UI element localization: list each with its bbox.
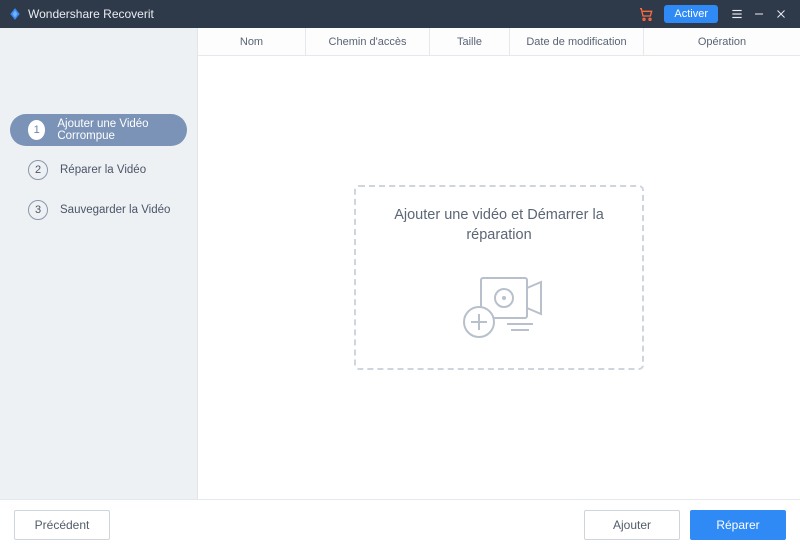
column-path[interactable]: Chemin d'accès: [306, 28, 430, 55]
add-button[interactable]: Ajouter: [584, 510, 680, 540]
step-label: Ajouter une Vidéo Corrompue: [57, 118, 187, 142]
step-number: 1: [28, 120, 45, 140]
title-bar: Wondershare Recoverit Activer: [0, 0, 800, 28]
app-logo-icon: [8, 7, 22, 21]
column-name[interactable]: Nom: [198, 28, 306, 55]
table-header: Nom Chemin d'accès Taille Date de modifi…: [198, 28, 800, 56]
cart-icon[interactable]: [638, 6, 654, 22]
column-date[interactable]: Date de modification: [510, 28, 644, 55]
close-icon[interactable]: [770, 3, 792, 25]
previous-button[interactable]: Précédent: [14, 510, 110, 540]
content-area: 1 Ajouter une Vidéo Corrompue 2 Réparer …: [0, 28, 800, 499]
drop-area: Ajouter une vidéo et Démarrer la réparat…: [198, 56, 800, 499]
camera-icon: [449, 260, 549, 355]
repair-button[interactable]: Réparer: [690, 510, 786, 540]
minimize-icon[interactable]: [748, 3, 770, 25]
app-title: Wondershare Recoverit: [28, 7, 154, 21]
footer: Précédent Ajouter Réparer: [0, 499, 800, 549]
sidebar: 1 Ajouter une Vidéo Corrompue 2 Réparer …: [0, 28, 198, 499]
step-label: Réparer la Vidéo: [60, 164, 146, 176]
step-number: 2: [28, 160, 48, 180]
step-save-video[interactable]: 3 Sauvegarder la Vidéo: [10, 194, 187, 226]
add-video-dropzone[interactable]: Ajouter une vidéo et Démarrer la réparat…: [354, 185, 644, 370]
step-add-video[interactable]: 1 Ajouter une Vidéo Corrompue: [10, 114, 187, 146]
step-repair-video[interactable]: 2 Réparer la Vidéo: [10, 154, 187, 186]
step-number: 3: [28, 200, 48, 220]
column-operation[interactable]: Opération: [644, 28, 800, 55]
column-size[interactable]: Taille: [430, 28, 510, 55]
main-panel: Nom Chemin d'accès Taille Date de modifi…: [198, 28, 800, 499]
activate-button[interactable]: Activer: [664, 5, 718, 23]
step-label: Sauvegarder la Vidéo: [60, 204, 170, 216]
dropzone-text: Ajouter une vidéo et Démarrer la réparat…: [356, 205, 642, 246]
menu-icon[interactable]: [726, 3, 748, 25]
